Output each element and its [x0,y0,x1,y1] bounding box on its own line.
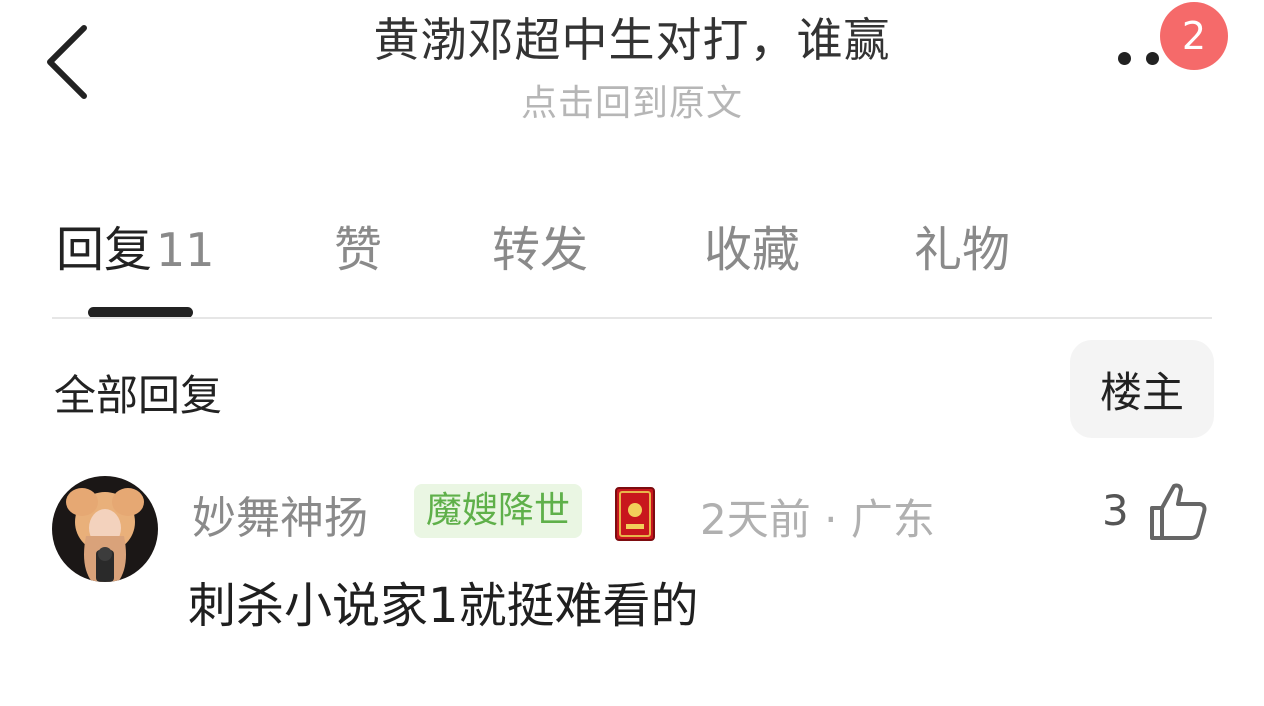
tab-label: 赞 [334,222,383,278]
tab-count: 11 [156,223,215,277]
reply-content: 刺杀小说家1就挺难看的 [188,578,699,634]
tab-gifts[interactable]: 礼物 [914,210,1010,280]
red-book-medal-icon [614,486,656,542]
tab-label: 转发 [492,222,589,278]
thumbs-up-icon [1150,483,1207,540]
more-dot [1146,52,1159,65]
tab-label: 收藏 [704,222,801,278]
back-to-original-link[interactable]: 点击回到原文 [0,74,1264,126]
meta-separator: · [824,495,838,544]
tab-likes[interactable]: 赞 [334,210,382,280]
user-title-badge: 魔嫂降世 [414,484,583,538]
avatar[interactable] [52,476,158,582]
reply-username[interactable]: 妙舞神扬 [192,482,368,546]
reply-location: 广东 [850,495,935,544]
notification-badge[interactable]: 2 [1160,2,1228,70]
more-dots-icon [1118,52,1131,65]
reply-meta: 2天前 · 广东 [700,486,935,547]
avatar-image [52,476,158,582]
page-title: 黄渤邓超中生对打，谁赢 [373,13,891,67]
op-only-filter-button[interactable]: 楼主 [1070,340,1214,438]
tab-label: 回复 [56,222,153,278]
reply-time: 2天前 [700,495,811,544]
all-replies-heading: 全部回复 [54,371,223,420]
like-button[interactable] [1146,480,1208,542]
tab-reposts[interactable]: 转发 [492,210,588,280]
tabs-divider [52,317,1212,319]
tab-replies[interactable]: 回复11 [56,210,215,280]
tab-label: 礼物 [914,222,1011,278]
tab-favorites[interactable]: 收藏 [704,210,800,280]
like-count: 3 [1102,486,1129,535]
